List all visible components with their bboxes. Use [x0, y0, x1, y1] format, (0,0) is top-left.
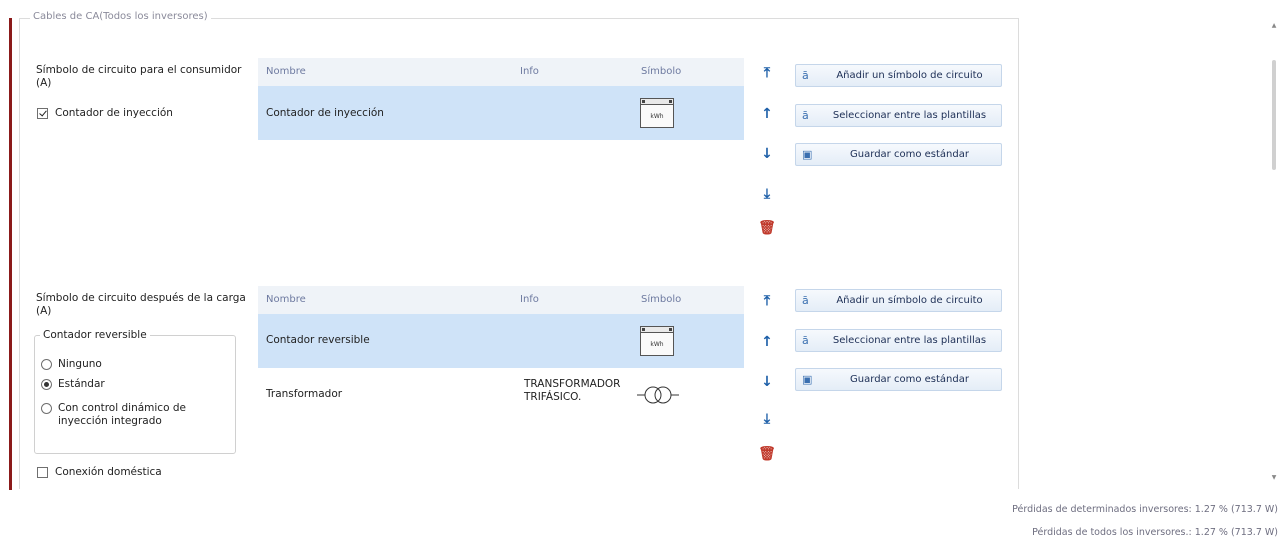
- column-header-name[interactable]: Nombre: [266, 66, 306, 77]
- move-up-icon[interactable]: ↑: [758, 333, 776, 351]
- add-symbol-icon: ā: [802, 294, 809, 307]
- column-header-symbol[interactable]: Símbolo: [641, 294, 681, 305]
- scrollbar-thumb[interactable]: [1272, 60, 1276, 170]
- save-as-standard-button[interactable]: ▣ Guardar como estándar: [795, 143, 1002, 166]
- row-name: Contador de inyección: [266, 107, 384, 119]
- column-header-info[interactable]: Info: [520, 66, 539, 77]
- column-header-symbol[interactable]: Símbolo: [641, 66, 681, 77]
- reversible-meter-group: Contador reversible: [34, 329, 236, 454]
- radio-dynamic-control[interactable]: [41, 403, 52, 414]
- delete-icon[interactable]: 🗑: [758, 445, 776, 463]
- column-header-info[interactable]: Info: [520, 294, 539, 305]
- move-top-icon[interactable]: ⤒: [758, 64, 776, 82]
- add-circuit-symbol-button[interactable]: ā Añadir un símbolo de circuito: [795, 64, 1002, 87]
- radio-none-label[interactable]: Ninguno: [58, 358, 102, 371]
- select-template-button[interactable]: ā Seleccionar entre las plantillas: [795, 329, 1002, 352]
- consumer-symbol-label: Símbolo de circuito para el consumidor (…: [36, 64, 242, 89]
- move-bottom-icon[interactable]: ⤓: [758, 185, 776, 203]
- row-info: TRANSFORMADOR TRIFÁSICO.: [524, 378, 621, 403]
- vertical-scrollbar[interactable]: ▲ ▼: [1270, 18, 1278, 486]
- feed-in-meter-checkbox-label[interactable]: Contador de inyección: [55, 107, 173, 120]
- scroll-down-icon[interactable]: ▼: [1270, 474, 1278, 482]
- section-title: Cables de CA(Todos los inversores): [30, 11, 211, 22]
- add-symbol-icon: ā: [802, 69, 809, 82]
- section-accent-bar: [9, 18, 12, 490]
- row-name: Transformador: [266, 388, 343, 400]
- move-up-icon[interactable]: ↑: [758, 105, 776, 123]
- consumer-symbol-table: Nombre Info Símbolo Contador de inyecció…: [258, 58, 744, 238]
- save-icon: ▣: [802, 373, 813, 386]
- home-connection-checkbox-label[interactable]: Conexión doméstica: [55, 466, 162, 479]
- move-down-icon[interactable]: ↓: [758, 373, 776, 391]
- template-icon: ā: [802, 334, 809, 347]
- load-symbol-table: Nombre Info Símbolo Contador reversible …: [258, 286, 744, 486]
- table-header: Nombre Info Símbolo: [258, 58, 744, 86]
- table-row[interactable]: Contador de inyección kWh: [258, 86, 744, 140]
- move-top-icon[interactable]: ⤒: [758, 292, 776, 310]
- losses-selected-inverters: Pérdidas de determinados inversores: 1.2…: [1012, 504, 1278, 515]
- column-header-name[interactable]: Nombre: [266, 294, 306, 305]
- add-circuit-symbol-button[interactable]: ā Añadir un símbolo de circuito: [795, 289, 1002, 312]
- scroll-up-icon[interactable]: ▲: [1270, 22, 1278, 30]
- losses-all-inverters: Pérdidas de todos los inversores.: 1.27 …: [1032, 527, 1278, 538]
- reversible-meter-group-title: Contador reversible: [40, 329, 150, 341]
- transformer-icon: [637, 386, 679, 404]
- home-connection-checkbox[interactable]: [37, 467, 48, 478]
- table-header: Nombre Info Símbolo: [258, 286, 744, 314]
- save-as-standard-button[interactable]: ▣ Guardar como estándar: [795, 368, 1002, 391]
- move-down-icon[interactable]: ↓: [758, 145, 776, 163]
- load-symbol-label: Símbolo de circuito después de la carga …: [36, 292, 246, 317]
- meter-icon: kWh: [640, 326, 674, 356]
- row-name: Contador reversible: [266, 334, 370, 346]
- template-icon: ā: [802, 109, 809, 122]
- feed-in-meter-checkbox[interactable]: [37, 108, 48, 119]
- radio-none[interactable]: [41, 359, 52, 370]
- delete-icon[interactable]: 🗑: [758, 219, 776, 237]
- radio-standard-label[interactable]: Estándar: [58, 378, 105, 391]
- meter-icon: kWh: [640, 98, 674, 128]
- move-bottom-icon[interactable]: ⤓: [758, 410, 776, 428]
- table-row[interactable]: Transformador TRANSFORMADOR TRIFÁSICO.: [258, 368, 744, 422]
- save-icon: ▣: [802, 148, 813, 161]
- table-row[interactable]: Contador reversible kWh: [258, 314, 744, 368]
- radio-standard[interactable]: [41, 379, 52, 390]
- radio-dynamic-control-label[interactable]: Con control dinámico de inyección integr…: [58, 402, 223, 428]
- select-template-button[interactable]: ā Seleccionar entre las plantillas: [795, 104, 1002, 127]
